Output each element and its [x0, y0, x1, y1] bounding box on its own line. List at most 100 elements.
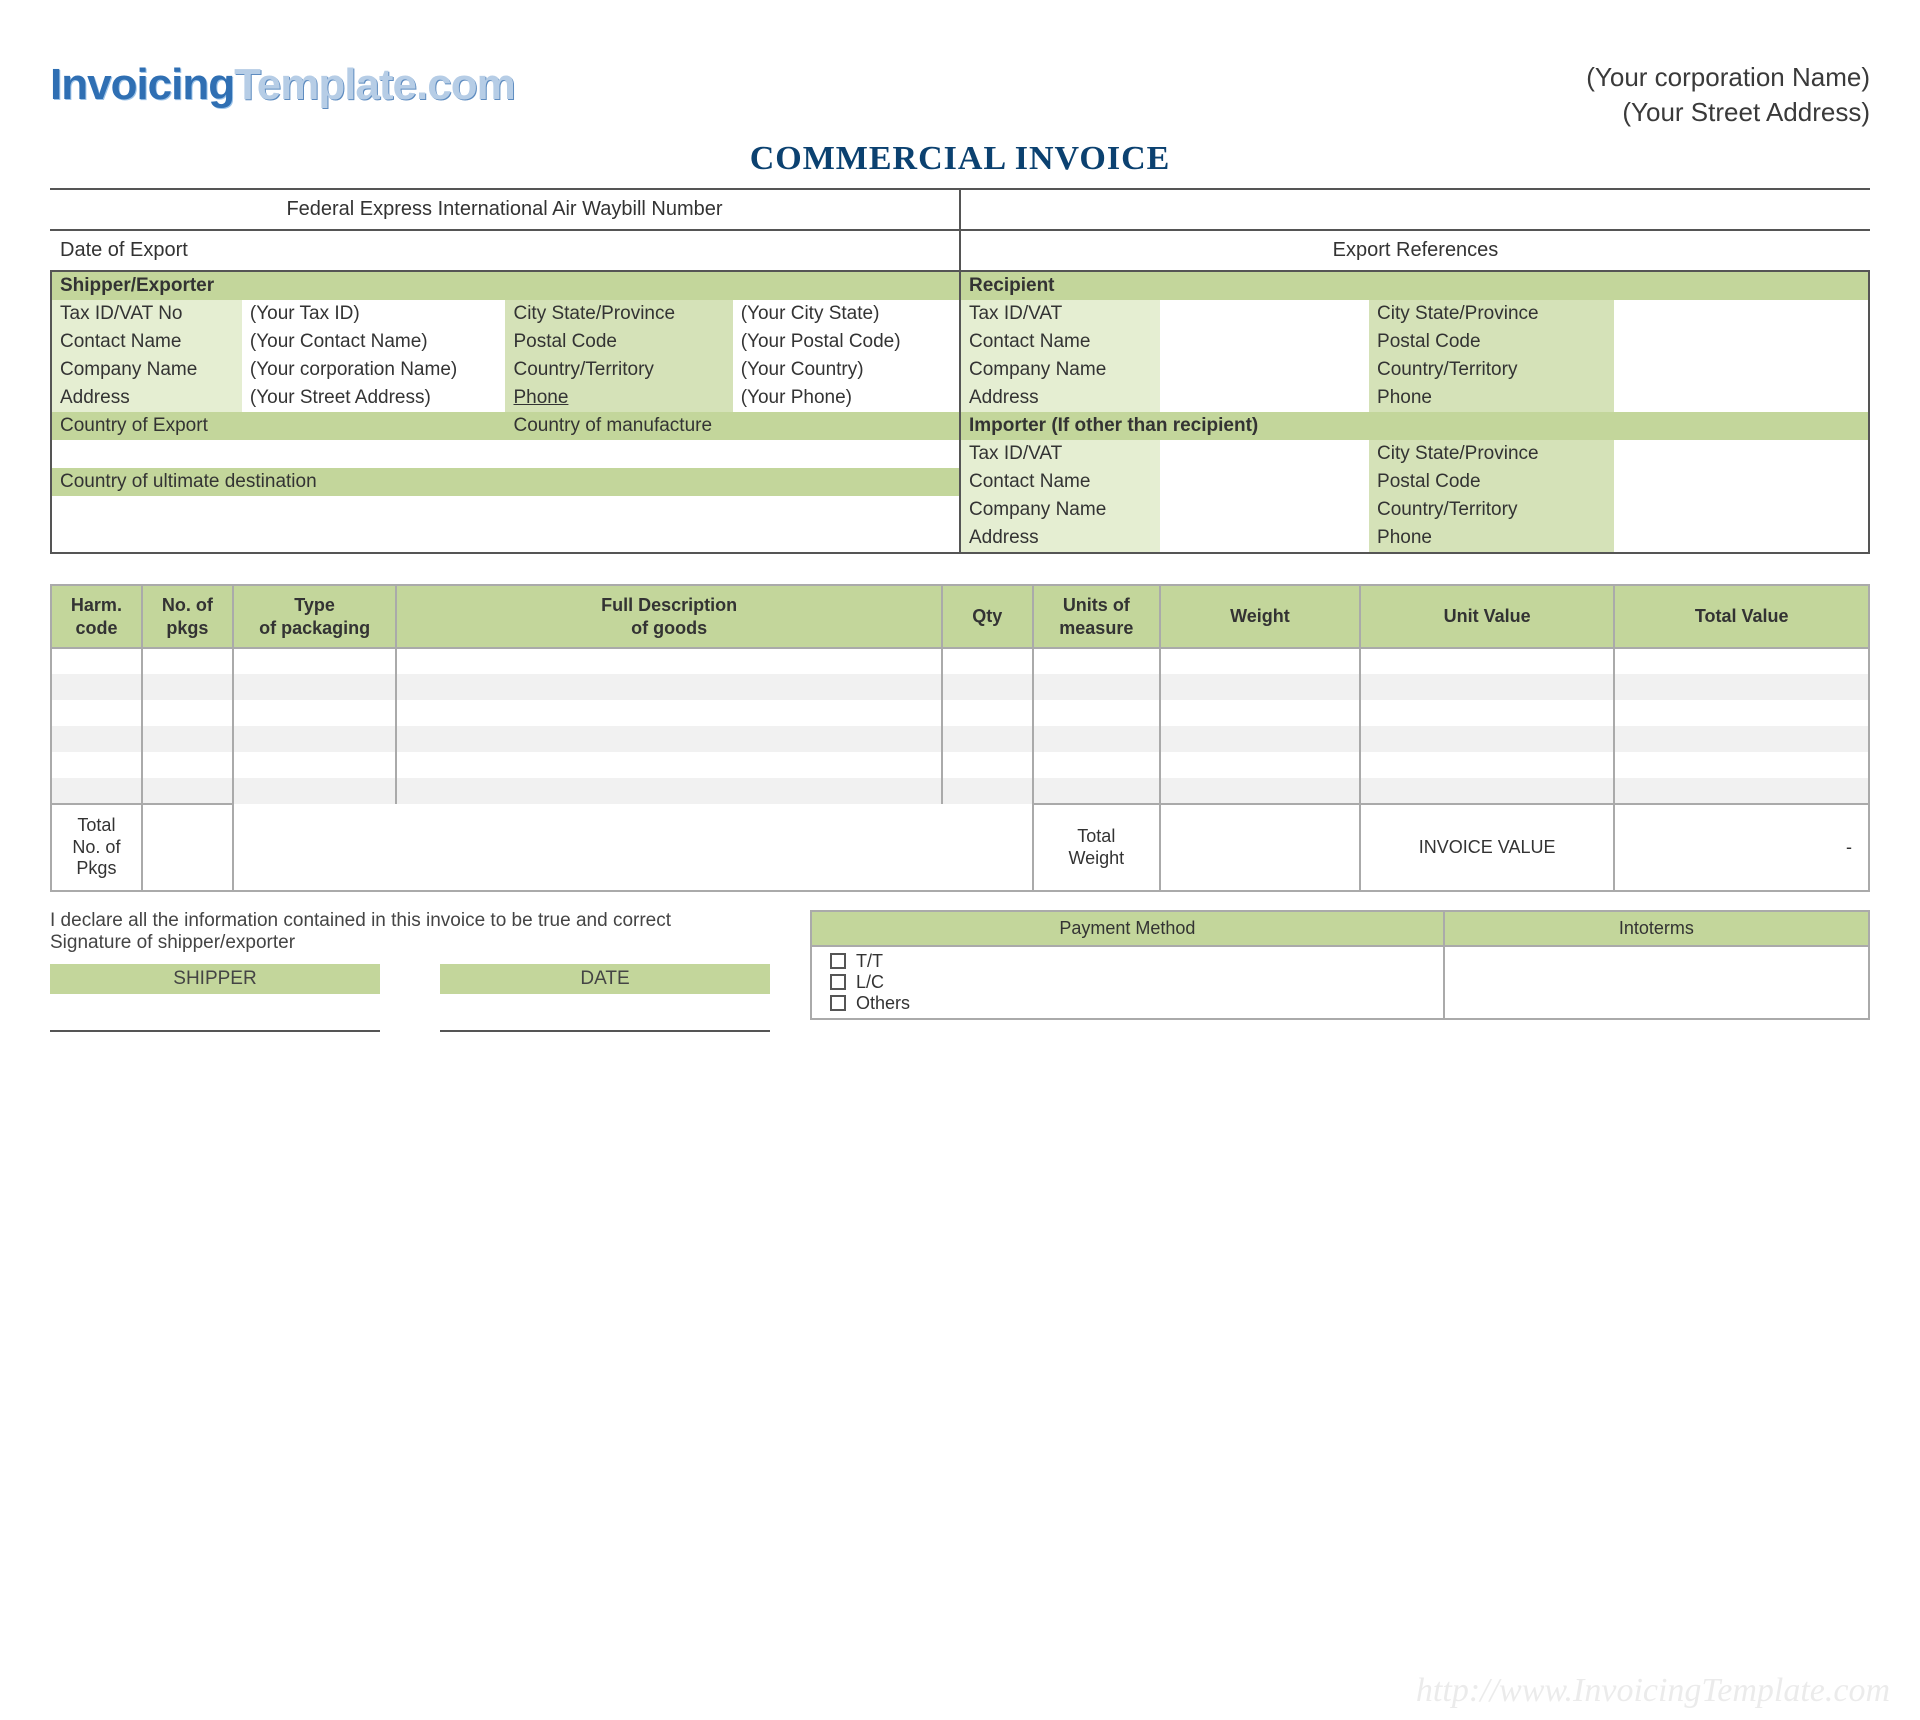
shipper-phone-label: Phone — [505, 384, 732, 412]
shipper-postal-value[interactable]: (Your Postal Code) — [733, 328, 960, 356]
country-manufacture-value[interactable] — [505, 440, 960, 468]
recipient-company-value[interactable] — [1160, 356, 1369, 384]
country-export-value[interactable] — [51, 440, 505, 468]
importer-tax-value[interactable] — [1160, 440, 1369, 468]
shipper-postal-label: Postal Code — [505, 328, 732, 356]
foot-total-weight-value[interactable] — [1160, 804, 1360, 891]
table-row[interactable] — [51, 648, 1869, 674]
checkbox-icon[interactable] — [830, 953, 846, 969]
recipient-city-value[interactable] — [1614, 300, 1869, 328]
importer-phone-label: Phone — [1369, 524, 1614, 553]
country-manufacture-label: Country of manufacture — [505, 412, 960, 440]
declaration-block: I declare all the information contained … — [50, 910, 770, 1032]
pay-opt-lc[interactable]: L/C — [830, 972, 1425, 993]
shipper-phone-value[interactable]: (Your Phone) — [733, 384, 960, 412]
corporation-block: (Your corporation Name) (Your Street Add… — [1586, 60, 1870, 130]
incoterms-value[interactable] — [1444, 946, 1869, 1019]
recipient-tax-value[interactable] — [1160, 300, 1369, 328]
recipient-address-label: Address — [960, 384, 1160, 412]
pay-opt-tt[interactable]: T/T — [830, 951, 1425, 972]
corporation-address: (Your Street Address) — [1586, 95, 1870, 130]
shipper-contact-value[interactable]: (Your Contact Name) — [242, 328, 506, 356]
recipient-phone-value[interactable] — [1614, 384, 1869, 412]
party-table: Shipper/Exporter Recipient Tax ID/VAT No… — [50, 270, 1870, 554]
waybill-label: Federal Express International Air Waybil… — [50, 189, 960, 230]
date-sig-label: DATE — [440, 964, 770, 994]
foot-total-pkgs-label: TotalNo. ofPkgs — [51, 804, 142, 891]
recipient-postal-label: Postal Code — [1369, 328, 1614, 356]
shipper-contact-label: Contact Name — [51, 328, 242, 356]
importer-address-label: Address — [960, 524, 1160, 553]
th-pkgs: No. ofpkgs — [142, 585, 233, 648]
shipper-tax-label: Tax ID/VAT No — [51, 300, 242, 328]
recipient-heading: Recipient — [960, 271, 1869, 300]
signature-text: Signature of shipper/exporter — [50, 932, 770, 954]
date-export-label: Date of Export — [50, 230, 960, 271]
importer-postal-value[interactable] — [1614, 468, 1869, 496]
incoterms-header: Intoterms — [1444, 911, 1869, 946]
shipper-sig-line[interactable] — [50, 994, 380, 1032]
shipper-address-label: Address — [51, 384, 242, 412]
foot-total-pkgs-value[interactable] — [142, 804, 233, 891]
table-row[interactable] — [51, 726, 1869, 752]
importer-company-label: Company Name — [960, 496, 1160, 524]
th-total-value: Total Value — [1614, 585, 1869, 648]
recipient-contact-value[interactable] — [1160, 328, 1369, 356]
watermark: http://www.InvoicingTemplate.com — [1416, 1672, 1890, 1710]
shipper-tax-value[interactable]: (Your Tax ID) — [242, 300, 506, 328]
shipper-country-value[interactable]: (Your Country) — [733, 356, 960, 384]
importer-heading: Importer (If other than recipient) — [960, 412, 1869, 440]
export-ref-label: Export References — [960, 230, 1870, 271]
corporation-name: (Your corporation Name) — [1586, 60, 1870, 95]
checkbox-icon[interactable] — [830, 974, 846, 990]
th-weight: Weight — [1160, 585, 1360, 648]
logo-part2: Template.com — [234, 60, 515, 109]
table-row[interactable] — [51, 752, 1869, 778]
date-sig-line[interactable] — [440, 994, 770, 1032]
importer-contact-value[interactable] — [1160, 468, 1369, 496]
table-row[interactable] — [51, 674, 1869, 700]
payment-table: Payment Method Intoterms T/T L/C Others — [810, 910, 1870, 1020]
foot-total-weight-label: TotalWeight — [1033, 804, 1160, 891]
pay-opt-others[interactable]: Others — [830, 993, 1425, 1014]
importer-phone-value[interactable] — [1614, 524, 1869, 553]
shipper-city-label: City State/Province — [505, 300, 732, 328]
items-table: Harm.code No. ofpkgs Typeof packaging Fu… — [50, 584, 1870, 892]
shipper-heading: Shipper/Exporter — [51, 271, 960, 300]
shipper-company-value[interactable]: (Your corporation Name) — [242, 356, 506, 384]
th-type: Typeof packaging — [233, 585, 397, 648]
logo: InvoicingTemplate.com — [50, 60, 515, 110]
logo-part1: Invoicing — [50, 60, 234, 109]
importer-address-value[interactable] — [1160, 524, 1369, 553]
shipper-address-value[interactable]: (Your Street Address) — [242, 384, 506, 412]
shipper-country-label: Country/Territory — [505, 356, 732, 384]
declaration-text: I declare all the information contained … — [50, 910, 770, 932]
shipper-company-label: Company Name — [51, 356, 242, 384]
importer-country-label: Country/Territory — [1369, 496, 1614, 524]
importer-company-value[interactable] — [1160, 496, 1369, 524]
table-row[interactable] — [51, 700, 1869, 726]
payment-method-header: Payment Method — [811, 911, 1444, 946]
recipient-country-label: Country/Territory — [1369, 356, 1614, 384]
importer-tax-label: Tax ID/VAT — [960, 440, 1160, 468]
waybill-value[interactable] — [960, 189, 1870, 230]
foot-invoice-value-label: INVOICE VALUE — [1360, 804, 1615, 891]
recipient-city-label: City State/Province — [1369, 300, 1614, 328]
shipper-sig-label: SHIPPER — [50, 964, 380, 994]
country-ultimate-value[interactable] — [51, 496, 960, 553]
importer-country-value[interactable] — [1614, 496, 1869, 524]
recipient-postal-value[interactable] — [1614, 328, 1869, 356]
recipient-company-label: Company Name — [960, 356, 1160, 384]
importer-city-value[interactable] — [1614, 440, 1869, 468]
page-title: COMMERCIAL INVOICE — [50, 140, 1870, 178]
table-row[interactable] — [51, 778, 1869, 804]
th-desc: Full Descriptionof goods — [396, 585, 941, 648]
recipient-country-value[interactable] — [1614, 356, 1869, 384]
th-harm: Harm.code — [51, 585, 142, 648]
recipient-tax-label: Tax ID/VAT — [960, 300, 1160, 328]
th-qty: Qty — [942, 585, 1033, 648]
importer-city-label: City State/Province — [1369, 440, 1614, 468]
recipient-address-value[interactable] — [1160, 384, 1369, 412]
checkbox-icon[interactable] — [830, 995, 846, 1011]
shipper-city-value[interactable]: (Your City State) — [733, 300, 960, 328]
